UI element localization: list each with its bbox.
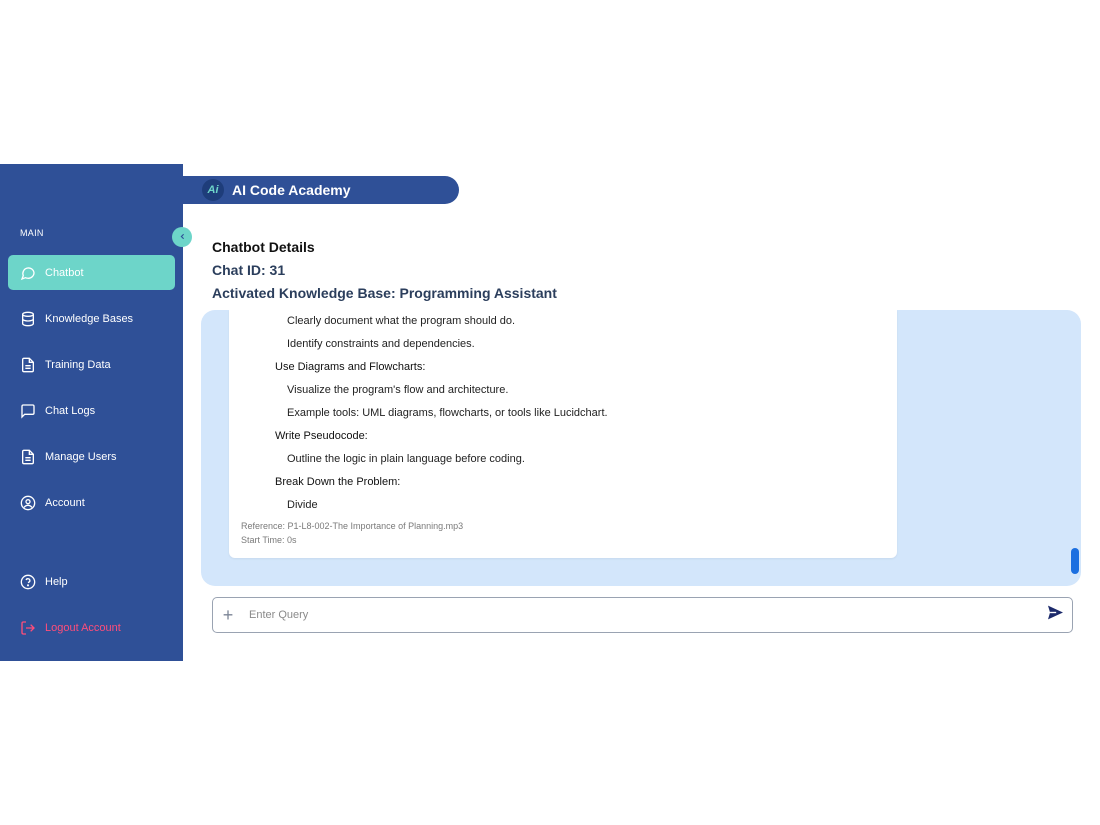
message-line: Visualize the program's flow and archite… [287, 384, 509, 396]
sidebar-item-account[interactable]: Account [8, 485, 175, 520]
chat-bubble-icon [19, 264, 37, 282]
message-start-time: Start Time: 0s [241, 535, 297, 545]
help-circle-icon [19, 573, 37, 591]
sidebar-item-training-data[interactable]: Training Data [8, 347, 175, 382]
sidebar-item-help[interactable]: Help [8, 564, 175, 599]
chat-panel[interactable]: Clearly document what the program should… [201, 310, 1081, 586]
chat-scrollbar[interactable] [1071, 548, 1079, 574]
chevron-left-icon [178, 228, 187, 246]
collapse-sidebar-button[interactable] [172, 227, 192, 247]
message-line: Break Down the Problem: [275, 476, 401, 488]
sidebar-item-knowledge-bases[interactable]: Knowledge Bases [8, 301, 175, 336]
plus-icon: + [222, 605, 234, 625]
message-reference: Reference: P1-L8-002-The Importance of P… [241, 521, 464, 531]
query-bar: + [212, 597, 1073, 633]
sidebar-item-label: Help [45, 575, 68, 588]
message-line: Divide [287, 499, 318, 511]
message-line: Clearly document what the program should… [287, 315, 516, 327]
sidebar: MAIN Chatbot Knowledge Bases Training Da… [0, 164, 183, 661]
sidebar-item-label: Chatbot [45, 266, 84, 279]
add-attachment-button[interactable]: + [213, 597, 243, 633]
chat-id: Chat ID: 31 [212, 262, 286, 278]
logout-icon [19, 619, 37, 637]
sidebar-item-label: Logout Account [45, 621, 121, 634]
sidebar-item-label: Chat Logs [45, 404, 96, 417]
app-frame: MAIN Chatbot Knowledge Bases Training Da… [0, 164, 1100, 661]
app-logo: Ai [202, 179, 224, 201]
send-icon [1047, 605, 1064, 625]
sidebar-section-label: MAIN [20, 228, 44, 238]
sidebar-item-label: Account [45, 496, 85, 509]
message-line: Use Diagrams and Flowcharts: [275, 361, 426, 373]
logout-button[interactable]: Logout Account [8, 610, 175, 645]
message-line: Write Pseudocode: [275, 430, 368, 442]
app-title: AI Code Academy [232, 182, 351, 198]
sidebar-item-chatbot[interactable]: Chatbot [8, 255, 175, 290]
user-circle-icon [19, 494, 37, 512]
page-title: Chatbot Details [212, 239, 315, 255]
message-line: Example tools: UML diagrams, flowcharts,… [287, 407, 608, 419]
sidebar-item-manage-users[interactable]: Manage Users [8, 439, 175, 474]
bot-message: Clearly document what the program should… [229, 310, 897, 558]
sidebar-item-chat-logs[interactable]: Chat Logs [8, 393, 175, 428]
database-icon [19, 310, 37, 328]
document-icon [19, 448, 37, 466]
active-knowledge-base: Activated Knowledge Base: Programming As… [212, 285, 557, 301]
sidebar-item-label: Manage Users [45, 450, 117, 463]
message-square-icon [19, 402, 37, 420]
message-line: Outline the logic in plain language befo… [287, 453, 525, 465]
app-header: Ai AI Code Academy [183, 176, 459, 204]
document-icon [19, 356, 37, 374]
sidebar-item-label: Knowledge Bases [45, 312, 134, 325]
query-input[interactable] [243, 609, 1038, 621]
message-line: Identify constraints and dependencies. [287, 338, 475, 350]
chatbot-details: Chatbot Details Chat ID: 31 Activated Kn… [212, 236, 557, 305]
send-button[interactable] [1038, 605, 1072, 625]
sidebar-item-label: Training Data [45, 358, 111, 371]
